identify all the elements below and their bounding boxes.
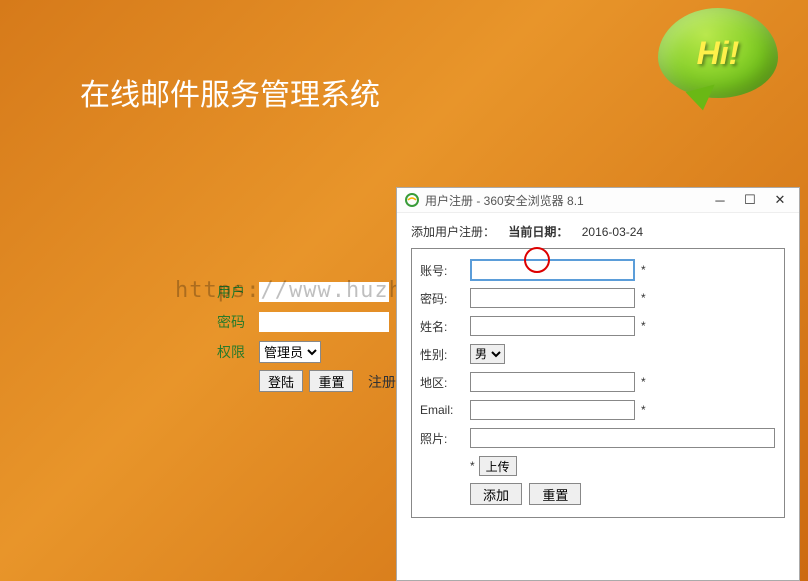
photo-input[interactable] — [470, 428, 775, 448]
register-box: 账号: * 密码: * 姓名: * 性别: 男 地区 — [411, 248, 785, 518]
register-header: 添加用户注册： 当前日期： 2016-03-24 — [411, 223, 785, 240]
account-label: 账号: — [420, 262, 470, 279]
login-form: 用户 密码 权限 管理员 登陆 重置 注册 — [195, 280, 406, 393]
popup-title-text: 用户注册 - 360安全浏览器 8.1 — [425, 192, 584, 209]
password-label: 密码 — [195, 312, 245, 332]
required-mark: * — [641, 263, 646, 277]
upload-button[interactable]: 上传 — [479, 456, 517, 476]
reg-password-input[interactable] — [470, 288, 635, 308]
reg-reset-button[interactable]: 重置 — [529, 483, 581, 505]
name-input[interactable] — [470, 316, 635, 336]
add-button[interactable]: 添加 — [470, 483, 522, 505]
account-input[interactable] — [470, 259, 635, 281]
required-mark: * — [641, 319, 646, 333]
popup-titlebar: 用户注册 - 360安全浏览器 8.1 ─ ☐ ✕ — [397, 188, 799, 213]
role-label: 权限 — [195, 342, 245, 362]
close-button[interactable]: ✕ — [765, 190, 795, 210]
required-mark: * — [641, 375, 646, 389]
region-label: 地区: — [420, 374, 470, 391]
reg-password-label: 密码: — [420, 290, 470, 307]
user-label: 用户 — [195, 282, 245, 302]
hi-text: Hi! — [697, 35, 740, 72]
gender-label: 性别: — [420, 346, 470, 363]
gender-select[interactable]: 男 — [470, 344, 505, 364]
region-input[interactable] — [470, 372, 635, 392]
required-mark: * — [470, 459, 475, 473]
page-title: 在线邮件服务管理系统 — [80, 70, 380, 114]
current-date-label: 当前日期： — [508, 225, 568, 239]
photo-label: 照片: — [420, 430, 470, 447]
login-button[interactable]: 登陆 — [259, 370, 303, 392]
role-select[interactable]: 管理员 — [259, 341, 321, 363]
required-mark: * — [641, 291, 646, 305]
maximize-button[interactable]: ☐ — [735, 190, 765, 210]
popup-body: 添加用户注册： 当前日期： 2016-03-24 账号: * 密码: * 姓名:… — [397, 213, 799, 528]
email-input[interactable] — [470, 400, 635, 420]
email-label: Email: — [420, 403, 470, 417]
browser-e-icon — [405, 193, 419, 207]
hi-bubble-icon: Hi! — [658, 8, 778, 98]
register-header-label: 添加用户注册： — [411, 225, 495, 239]
name-label: 姓名: — [420, 318, 470, 335]
current-date-value: 2016-03-24 — [582, 225, 643, 239]
required-mark: * — [641, 403, 646, 417]
register-popup: 用户注册 - 360安全浏览器 8.1 ─ ☐ ✕ 添加用户注册： 当前日期： … — [396, 187, 800, 581]
password-input[interactable] — [259, 312, 389, 332]
user-input[interactable] — [259, 282, 389, 302]
minimize-button[interactable]: ─ — [705, 190, 735, 210]
reset-button[interactable]: 重置 — [309, 370, 353, 392]
